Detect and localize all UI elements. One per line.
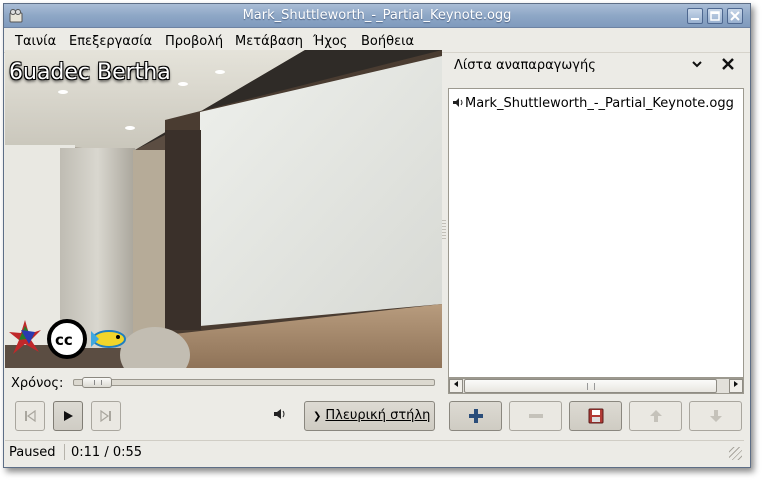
- minimize-button[interactable]: [687, 8, 703, 24]
- playback-time: 0:11 / 0:55: [71, 445, 143, 460]
- status-bar: Paused 0:11 / 0:55: [5, 440, 744, 462]
- speaker-icon: [453, 98, 463, 107]
- sidebar-title: Λίστα αναπαραγωγής: [454, 58, 596, 73]
- resize-grip[interactable]: [729, 447, 742, 460]
- add-button[interactable]: [449, 401, 502, 431]
- title-bar[interactable]: Mark_Shuttleworth_-_Partial_Keynote.ogg: [4, 4, 750, 28]
- video-frame-image: cc: [5, 50, 442, 368]
- arrow-right-icon: [734, 381, 738, 387]
- play-button[interactable]: [53, 401, 83, 431]
- playlist-view[interactable]: Mark_Shuttleworth_-_Partial_Keynote.ogg: [448, 88, 744, 378]
- menu-movie[interactable]: Ταινία: [15, 34, 56, 49]
- maximize-icon: [710, 11, 720, 21]
- volume-icon: [274, 409, 285, 419]
- arrow-down-icon: [709, 410, 722, 422]
- time-label: Χρόνος:: [11, 376, 64, 391]
- remove-button[interactable]: [509, 401, 562, 431]
- menu-sound[interactable]: Ήχος: [313, 34, 347, 49]
- menu-edit[interactable]: Επεξεργασία: [69, 34, 152, 49]
- move-up-button[interactable]: [629, 401, 682, 431]
- move-down-button[interactable]: [689, 401, 742, 431]
- chevron-right-icon: ❯: [313, 411, 322, 422]
- sidebar-toggle-button[interactable]: ❯ Πλευρική στήλη: [304, 401, 435, 431]
- window-title: Mark_Shuttleworth_-_Partial_Keynote.ogg: [242, 8, 512, 23]
- playlist-horizontal-scrollbar[interactable]: [448, 378, 744, 394]
- volume-button[interactable]: [273, 407, 287, 425]
- chevron-down-icon: [692, 61, 702, 68]
- playlist-item-label: Mark_Shuttleworth_-_Partial_Keynote.ogg: [465, 96, 734, 111]
- video-overlay-text: 6uadec Bertha: [9, 60, 171, 85]
- seek-handle[interactable]: [82, 377, 112, 388]
- svg-text:cc: cc: [55, 331, 73, 349]
- seek-slider[interactable]: [73, 379, 435, 386]
- minimize-icon: [691, 18, 699, 20]
- menu-view[interactable]: Προβολή: [165, 34, 223, 49]
- maximize-button[interactable]: [707, 8, 723, 24]
- arrow-left-icon: [454, 381, 458, 387]
- menu-go[interactable]: Μετάβαση: [235, 34, 303, 49]
- previous-icon: [25, 409, 36, 423]
- menu-help[interactable]: Βοήθεια: [361, 34, 414, 49]
- plus-icon: [468, 409, 483, 423]
- close-button[interactable]: [727, 8, 743, 24]
- sidebar-close-button[interactable]: [721, 54, 735, 76]
- sidebar-dropdown-button[interactable]: [691, 58, 703, 73]
- floppy-disk-icon: [588, 408, 603, 424]
- status-separator: [64, 444, 65, 460]
- close-icon: [722, 58, 734, 70]
- pane-divider-handle[interactable]: [442, 220, 446, 240]
- next-button[interactable]: [91, 401, 121, 431]
- video-display[interactable]: cc 6uadec Bertha: [5, 50, 442, 368]
- scrollbar-thumb[interactable]: [464, 379, 717, 393]
- sidebar-button-label: Πλευρική στήλη: [325, 408, 431, 423]
- playback-state: Paused: [9, 445, 56, 460]
- scroll-left-button[interactable]: [449, 379, 463, 393]
- scroll-right-button[interactable]: [729, 379, 743, 393]
- close-icon: [730, 11, 740, 21]
- next-icon: [100, 409, 111, 423]
- play-icon: [64, 411, 73, 421]
- save-button[interactable]: [569, 401, 622, 431]
- minus-icon: [528, 414, 543, 418]
- arrow-up-icon: [649, 410, 662, 422]
- playlist-item[interactable]: Mark_Shuttleworth_-_Partial_Keynote.ogg: [453, 96, 734, 111]
- previous-button[interactable]: [15, 401, 45, 431]
